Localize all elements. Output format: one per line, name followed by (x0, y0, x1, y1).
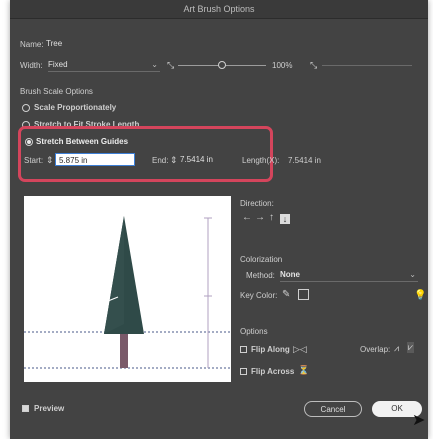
chevron-down-icon: ⌄ (151, 60, 158, 69)
name-input[interactable]: Tree (46, 37, 146, 50)
scale-proportionately-label: Scale Proportionately (34, 103, 117, 112)
length-value: 7.5414 in (288, 156, 321, 165)
length-label: Length(X): (242, 156, 280, 165)
overlap-adjust-corners-button[interactable]: ⩘ (394, 343, 399, 354)
direction-left-button[interactable]: ← (242, 212, 252, 223)
width-mode-value: Fixed (48, 60, 68, 69)
width-max-slider-track[interactable] (322, 65, 412, 66)
end-stepper[interactable]: ⇕ (170, 155, 178, 166)
method-dropdown[interactable]: None ⌄ (280, 268, 418, 282)
flip-across-label: Flip Across (251, 367, 295, 376)
overlap-no-adjust-button[interactable]: ⩗ (407, 342, 415, 353)
direction-right-button[interactable]: → (255, 212, 265, 223)
brush-preview-canvas (24, 196, 231, 382)
key-color-label: Key Color: (240, 291, 278, 300)
mouse-cursor-icon: ➤ (412, 412, 426, 429)
brush-scale-heading: Brush Scale Options (20, 87, 93, 96)
start-stepper[interactable]: ⇕ (46, 155, 54, 166)
width-mode-dropdown[interactable]: Fixed ⌄ (48, 58, 160, 72)
options-heading: Options (240, 327, 268, 336)
preview-checkbox[interactable] (22, 405, 29, 412)
start-label: Start: (24, 156, 44, 165)
stretch-between-guides-radio[interactable] (25, 138, 33, 146)
tips-lightbulb-icon[interactable]: 💡 (414, 290, 426, 301)
flip-across-icon: ⏳ (298, 365, 310, 375)
key-color-swatch[interactable] (298, 289, 309, 300)
stretch-between-guides-label: Stretch Between Guides (36, 137, 129, 146)
preview-label: Preview (34, 404, 65, 413)
art-brush-options-dialog: Art Brush Options Name: Tree Width: Fixe… (10, 0, 428, 439)
method-value: None (280, 270, 300, 279)
overlap-label: Overlap: (360, 345, 391, 354)
dialog-title: Art Brush Options (10, 0, 428, 19)
direction-label: Direction: (240, 199, 274, 208)
flip-along-icon: ▷◁ (293, 344, 307, 354)
end-label: End: (152, 156, 169, 165)
flip-across-checkbox[interactable] (240, 368, 247, 375)
flip-along-checkbox[interactable] (240, 346, 247, 353)
colorization-heading: Colorization (240, 255, 283, 264)
width-variation-icon-2: ⤡ (310, 60, 318, 70)
width-label: Width: (20, 61, 43, 70)
width-variation-icon: ⤡ (167, 60, 175, 70)
eyedropper-icon[interactable]: ✎ (282, 289, 290, 300)
tree-brush-artwork (24, 216, 231, 369)
direction-down-button[interactable]: ↓ (280, 214, 290, 224)
width-slider-knob[interactable] (218, 61, 226, 69)
width-percent: 100% (272, 61, 293, 70)
start-input[interactable]: 5.875 in (55, 153, 135, 166)
scale-proportionately-radio[interactable] (22, 104, 30, 112)
cancel-button[interactable]: Cancel (304, 401, 362, 417)
chevron-down-icon: ⌄ (409, 270, 416, 279)
name-label: Name: (20, 40, 44, 49)
direction-up-button[interactable]: ↑ (269, 212, 274, 223)
method-label: Method: (246, 271, 275, 280)
end-input[interactable]: 7.5414 in (180, 153, 240, 166)
flip-along-label: Flip Along (251, 345, 290, 354)
